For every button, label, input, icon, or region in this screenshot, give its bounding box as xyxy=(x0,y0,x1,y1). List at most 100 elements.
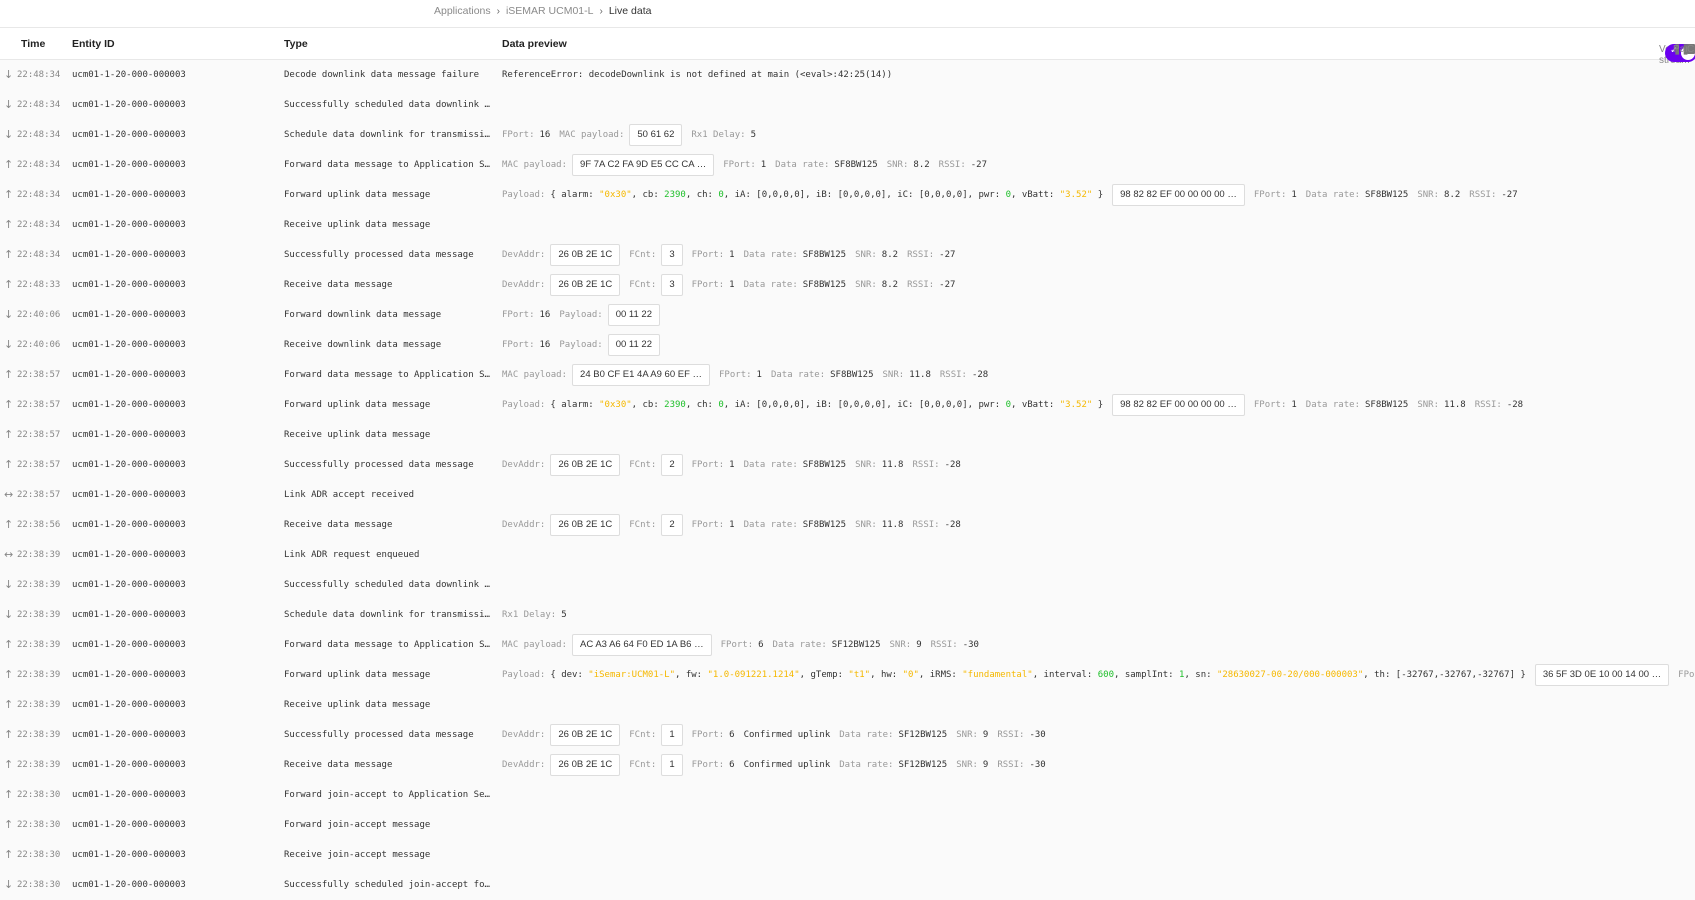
table-row[interactable]: ↓ 22:38:30 ucm01-1-20-000-000003 Successful… xyxy=(0,870,1695,900)
table-row[interactable]: ↑ 22:48:34 ucm01-1-20-000-000003 Receive up… xyxy=(0,210,1695,240)
table-row[interactable]: ↑ 22:38:57 ucm01-1-20-000-000003 Forward da… xyxy=(0,360,1695,390)
field-label: DevAddr: xyxy=(502,460,546,470)
field-label: FPort: xyxy=(502,310,535,320)
entity-id[interactable]: ucm01-1-20-000-000003 xyxy=(72,390,186,420)
table-row[interactable]: ↑ 22:38:39 ucm01-1-20-000-000003 Receive up… xyxy=(0,690,1695,720)
field-value: 1 xyxy=(729,280,735,290)
byte-value-box[interactable]: 24 B0 CF E1 4A A9 60 EF … xyxy=(572,364,711,386)
table-row[interactable]: ↓ 22:38:39 ucm01-1-20-000-000003 Schedule d… xyxy=(0,600,1695,630)
table-row[interactable]: ↑ 22:38:57 ucm01-1-20-000-000003 Receive up… xyxy=(0,420,1695,450)
byte-value-box[interactable]: 26 0B 2E 1C xyxy=(550,454,621,476)
table-row[interactable]: ↑ 22:38:57 ucm01-1-20-000-000003 Successful… xyxy=(0,450,1695,480)
entity-id[interactable]: ucm01-1-20-000-000003 xyxy=(72,180,186,210)
byte-value-box[interactable]: 00 11 22 xyxy=(607,304,660,326)
byte-value-box[interactable]: 26 0B 2E 1C xyxy=(550,754,621,776)
field-label: RSSI: xyxy=(912,460,940,470)
field-value: 5 xyxy=(561,610,567,620)
byte-value-box[interactable]: 1 xyxy=(661,724,683,746)
table-row[interactable]: ↔ 22:38:57 ucm01-1-20-000-000003 Link ADR a… xyxy=(0,480,1695,510)
entity-id[interactable]: ucm01-1-20-000-000003 xyxy=(72,450,186,480)
entity-id[interactable]: ucm01-1-20-000-000003 xyxy=(72,210,186,240)
data-preview: DevAddr: 26 0B 2E 1C FCnt: 1 FPort: 6 Confirme… xyxy=(502,750,1695,780)
entity-id[interactable]: ucm01-1-20-000-000003 xyxy=(72,540,186,570)
byte-value-box[interactable]: 26 0B 2E 1C xyxy=(550,724,621,746)
entity-id[interactable]: ucm01-1-20-000-000003 xyxy=(72,90,186,120)
entity-id[interactable]: ucm01-1-20-000-000003 xyxy=(72,300,186,330)
table-row[interactable]: ↑ 22:38:30 ucm01-1-20-000-000003 Forward jo… xyxy=(0,810,1695,840)
table-row[interactable]: ↓ 22:38:39 ucm01-1-20-000-000003 Successful… xyxy=(0,570,1695,600)
entity-id[interactable]: ucm01-1-20-000-000003 xyxy=(72,810,186,840)
breadcrumb-applications[interactable]: Applications xyxy=(434,5,491,17)
payload-token: , samplInt: xyxy=(1114,670,1180,680)
entity-id[interactable]: ucm01-1-20-000-000003 xyxy=(72,420,186,450)
breadcrumb-application[interactable]: iSEMAR UCM01-L xyxy=(506,5,594,17)
entity-id[interactable]: ucm01-1-20-000-000003 xyxy=(72,510,186,540)
byte-value-box[interactable]: 98 82 82 EF 00 00 00 00 … xyxy=(1112,184,1245,206)
event-list: ↓ 22:48:34 ucm01-1-20-000-000003 Decode dow… xyxy=(0,60,1695,900)
table-row[interactable]: ↑ 22:38:30 ucm01-1-20-000-000003 Receive jo… xyxy=(0,840,1695,870)
byte-value-box[interactable]: 50 61 62 xyxy=(629,124,683,146)
byte-value-box[interactable]: 36 5F 3D 0E 10 00 14 00 … xyxy=(1534,664,1670,686)
entity-id[interactable]: ucm01-1-20-000-000003 xyxy=(72,270,186,300)
table-row[interactable]: ↑ 22:38:57 ucm01-1-20-000-000003 Forward up… xyxy=(0,390,1695,420)
table-row[interactable]: ↑ 22:48:33 ucm01-1-20-000-000003 Receive da… xyxy=(0,270,1695,300)
table-row[interactable]: ↑ 22:38:39 ucm01-1-20-000-000003 Successful… xyxy=(0,720,1695,750)
entity-id[interactable]: ucm01-1-20-000-000003 xyxy=(72,480,186,510)
entity-id[interactable]: ucm01-1-20-000-000003 xyxy=(72,720,186,750)
byte-value-box[interactable]: 2 xyxy=(661,454,683,476)
table-row[interactable]: ↓ 22:40:06 ucm01-1-20-000-000003 Receive do… xyxy=(0,330,1695,360)
byte-value-box[interactable]: 26 0B 2E 1C xyxy=(550,514,621,536)
field-label: Data rate: xyxy=(743,520,798,530)
table-row[interactable]: ↑ 22:38:39 ucm01-1-20-000-000003 Forward da… xyxy=(0,630,1695,660)
table-row[interactable]: ↔ 22:38:39 ucm01-1-20-000-000003 Link ADR r… xyxy=(0,540,1695,570)
byte-value-box[interactable]: AC A3 A6 64 F0 ED 1A B6 … xyxy=(572,634,712,656)
field-label: SNR: xyxy=(889,640,912,650)
event-type: Receive data message xyxy=(284,280,393,290)
field-value: SF8BW125 xyxy=(1364,190,1409,200)
entity-id[interactable]: ucm01-1-20-000-000003 xyxy=(72,630,186,660)
byte-value-box[interactable]: 00 11 22 xyxy=(607,334,660,356)
entity-id[interactable]: ucm01-1-20-000-000003 xyxy=(72,120,186,150)
payload-token: "0x30" xyxy=(599,400,632,410)
table-row[interactable]: ↑ 22:38:30 ucm01-1-20-000-000003 Forward jo… xyxy=(0,780,1695,810)
table-row[interactable]: ↓ 22:48:34 ucm01-1-20-000-000003 Successful… xyxy=(0,90,1695,120)
field-label: SNR: xyxy=(1417,190,1440,200)
byte-value-box[interactable]: 1 xyxy=(661,754,683,776)
entity-id[interactable]: ucm01-1-20-000-000003 xyxy=(72,360,186,390)
data-preview: FPort: 16 Payload: 00 11 22 xyxy=(502,330,1695,360)
entity-id[interactable]: ucm01-1-20-000-000003 xyxy=(72,150,186,180)
byte-value-box[interactable]: 98 82 82 EF 00 00 00 00 … xyxy=(1112,394,1245,416)
data-preview: FPort: 16 Payload: 00 11 22 xyxy=(502,300,1695,330)
table-row[interactable]: ↑ 22:48:34 ucm01-1-20-000-000003 Successful… xyxy=(0,240,1695,270)
entity-id[interactable]: ucm01-1-20-000-000003 xyxy=(72,660,186,690)
table-row[interactable]: ↑ 22:48:34 ucm01-1-20-000-000003 Forward da… xyxy=(0,150,1695,180)
column-time: Time xyxy=(21,38,46,50)
table-row[interactable]: ↓ 22:48:34 ucm01-1-20-000-000003 Decode dow… xyxy=(0,60,1695,90)
table-row[interactable]: ↓ 22:40:06 ucm01-1-20-000-000003 Forward do… xyxy=(0,300,1695,330)
byte-value-box[interactable]: 3 xyxy=(661,244,683,266)
entity-id[interactable]: ucm01-1-20-000-000003 xyxy=(72,240,186,270)
byte-value-box[interactable]: 26 0B 2E 1C xyxy=(550,244,621,266)
table-row[interactable]: ↑ 22:48:34 ucm01-1-20-000-000003 Forward up… xyxy=(0,180,1695,210)
byte-value-box[interactable]: 3 xyxy=(661,274,683,296)
table-row[interactable]: ↑ 22:38:56 ucm01-1-20-000-000003 Receive da… xyxy=(0,510,1695,540)
table-row[interactable]: ↓ 22:48:34 ucm01-1-20-000-000003 Schedule d… xyxy=(0,120,1695,150)
byte-value-box[interactable]: 26 0B 2E 1C xyxy=(550,274,621,296)
entity-id[interactable]: ucm01-1-20-000-000003 xyxy=(72,750,186,780)
entity-id[interactable]: ucm01-1-20-000-000003 xyxy=(72,870,186,900)
entity-id[interactable]: ucm01-1-20-000-000003 xyxy=(72,60,186,90)
payload-token: "fundamental" xyxy=(962,670,1033,680)
entity-id[interactable]: ucm01-1-20-000-000003 xyxy=(72,570,186,600)
entity-id[interactable]: ucm01-1-20-000-000003 xyxy=(72,780,186,810)
table-row[interactable]: ↑ 22:38:39 ucm01-1-20-000-000003 Receive da… xyxy=(0,750,1695,780)
byte-value-box[interactable]: 2 xyxy=(661,514,683,536)
field-label: Payload: xyxy=(502,670,546,680)
entity-id[interactable]: ucm01-1-20-000-000003 xyxy=(72,600,186,630)
entity-id[interactable]: ucm01-1-20-000-000003 xyxy=(72,690,186,720)
entity-id[interactable]: ucm01-1-20-000-000003 xyxy=(72,840,186,870)
byte-value-box[interactable]: 9F 7A C2 FA 9D E5 CC CA … xyxy=(572,154,715,176)
field-value: -30 xyxy=(1029,760,1046,770)
entity-id[interactable]: ucm01-1-20-000-000003 xyxy=(72,330,186,360)
table-row[interactable]: ↑ 22:38:39 ucm01-1-20-000-000003 Forward up… xyxy=(0,660,1695,690)
data-preview xyxy=(502,210,1695,240)
